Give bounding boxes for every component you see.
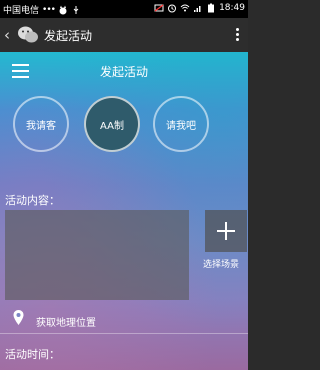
wifi-icon [180, 4, 190, 12]
no-signal-icon [154, 4, 164, 12]
status-bar: 中国电信 ••• 18:49 [0, 0, 248, 18]
wechat-logo-icon[interactable] [17, 25, 39, 45]
activity-time-label: 活动时间： [5, 348, 60, 361]
wechat-title-bar: ‹ 发起活动 [0, 18, 248, 52]
option-treat-me-button[interactable]: 请我吧 [153, 96, 209, 152]
signal-icon [194, 6, 201, 12]
activity-content-label: 活动内容： [5, 194, 60, 207]
back-arrow-icon[interactable]: ‹ [4, 26, 10, 44]
main-content: 发起活动 我请客 AA制 请我吧 活动内容： 选择场景 获取地理位置 活动时间： [0, 52, 248, 370]
battery-icon [208, 3, 215, 13]
usb-icon [73, 5, 79, 14]
add-scene-button[interactable] [205, 210, 247, 252]
app-bar-title: 发起活动 [99, 65, 148, 79]
cat-icon [59, 5, 67, 14]
more-options-icon[interactable] [236, 26, 240, 44]
location-row[interactable]: 获取地理位置 [0, 306, 248, 334]
carrier-label: 中国电信 [3, 6, 40, 16]
page-title: 发起活动 [44, 29, 93, 43]
option-treat-button[interactable]: 我请客 [13, 96, 69, 152]
location-pin-icon [13, 310, 24, 325]
notification-dots: ••• [42, 4, 56, 15]
status-left: 中国电信 ••• [3, 3, 81, 16]
add-scene-label[interactable]: 选择场景 [203, 257, 239, 270]
status-right: 18:49 [154, 3, 245, 13]
clock: 18:49 [219, 3, 245, 13]
location-label: 获取地理位置 [36, 318, 96, 329]
option-aa-button[interactable]: AA制 [84, 96, 140, 152]
activity-content-input[interactable] [5, 210, 189, 300]
app-bar: 发起活动 [0, 52, 248, 90]
divider [0, 333, 248, 334]
alarm-icon [168, 4, 177, 13]
